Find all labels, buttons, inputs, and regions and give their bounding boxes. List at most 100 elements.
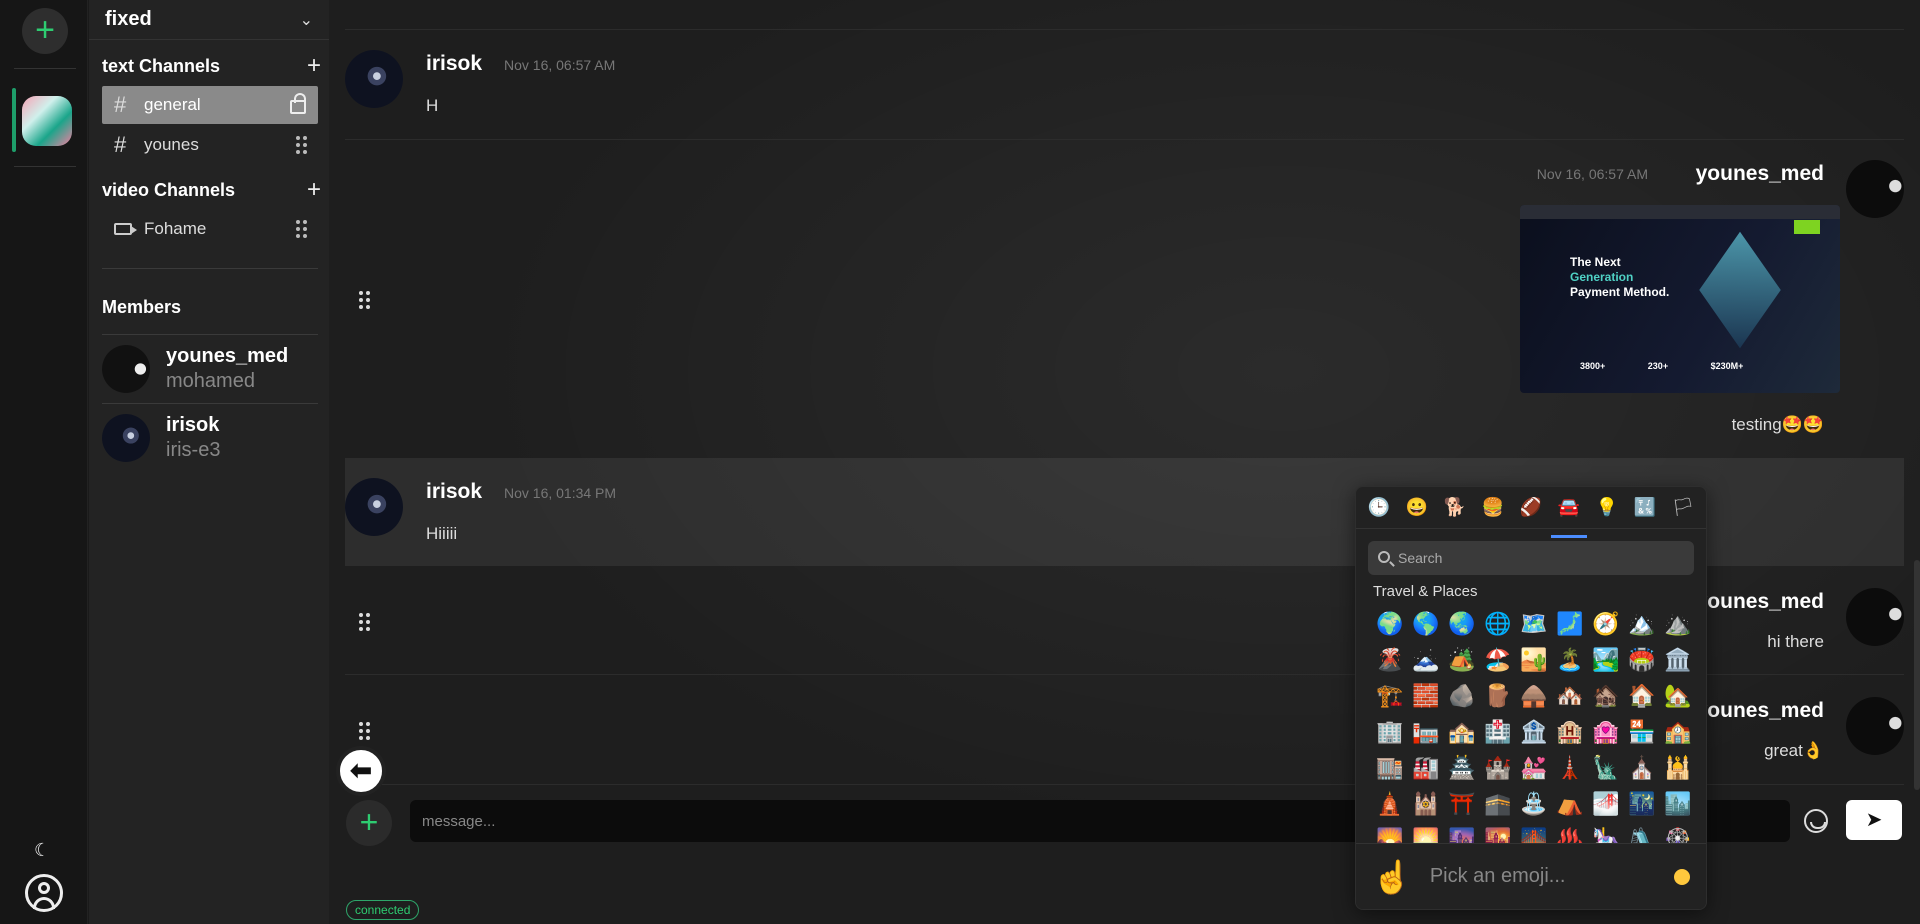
emoji-item[interactable]: 🧭 bbox=[1588, 606, 1624, 642]
message-author[interactable]: irisok bbox=[426, 480, 482, 504]
category-recent-icon[interactable]: 🕒 bbox=[1365, 497, 1393, 528]
emoji-item[interactable]: ⛲ bbox=[1516, 786, 1552, 822]
emoji-item[interactable]: 🌃 bbox=[1624, 786, 1660, 822]
category-activities-icon[interactable]: 🏈 bbox=[1517, 497, 1545, 528]
emoji-item[interactable]: 🏪 bbox=[1624, 714, 1660, 750]
emoji-item[interactable]: 🏚️ bbox=[1588, 678, 1624, 714]
emoji-item[interactable]: 🏤 bbox=[1444, 714, 1480, 750]
category-objects-icon[interactable]: 💡 bbox=[1593, 497, 1621, 528]
avatar[interactable] bbox=[1846, 697, 1904, 755]
server-header[interactable]: fixed ⌄ bbox=[89, 0, 329, 40]
emoji-item[interactable]: 🏨 bbox=[1552, 714, 1588, 750]
emoji-item[interactable]: 🗺️ bbox=[1516, 606, 1552, 642]
emoji-item[interactable]: ⛰️ bbox=[1660, 606, 1696, 642]
emoji-item[interactable]: 🪵 bbox=[1480, 678, 1516, 714]
emoji-item[interactable]: 🛖 bbox=[1516, 678, 1552, 714]
channel-item-fohame[interactable]: Fohame bbox=[102, 210, 318, 248]
emoji-item[interactable]: 🌐 bbox=[1480, 606, 1516, 642]
channel-item-general[interactable]: # general bbox=[102, 86, 318, 124]
emoji-item[interactable]: 🏗️ bbox=[1372, 678, 1408, 714]
emoji-search-input[interactable] bbox=[1368, 541, 1694, 575]
emoji-item[interactable]: 🏞️ bbox=[1588, 642, 1624, 678]
emoji-item[interactable]: 🏠 bbox=[1624, 678, 1660, 714]
emoji-item[interactable]: 🏕️ bbox=[1444, 642, 1480, 678]
message-image[interactable]: The Next Generation Payment Method. 3800… bbox=[1520, 205, 1840, 393]
emoji-item[interactable]: 🗼 bbox=[1552, 750, 1588, 786]
emoji-item[interactable]: 🌎 bbox=[1408, 606, 1444, 642]
emoji-item[interactable]: 🌋 bbox=[1372, 642, 1408, 678]
emoji-item[interactable]: 🏦 bbox=[1516, 714, 1552, 750]
emoji-item[interactable]: 🏛️ bbox=[1660, 642, 1696, 678]
emoji-item[interactable]: 🌁 bbox=[1588, 786, 1624, 822]
emoji-item[interactable]: 🌏 bbox=[1444, 606, 1480, 642]
avatar[interactable] bbox=[345, 478, 403, 536]
drag-handle-icon[interactable] bbox=[296, 220, 307, 238]
emoji-item[interactable]: 🏥 bbox=[1480, 714, 1516, 750]
emoji-item[interactable]: 🏘️ bbox=[1552, 678, 1588, 714]
emoji-item[interactable]: 🏭 bbox=[1408, 750, 1444, 786]
emoji-item[interactable]: 🏔️ bbox=[1624, 606, 1660, 642]
emoji-item[interactable]: 🏜️ bbox=[1516, 642, 1552, 678]
emoji-item[interactable]: 🏟️ bbox=[1624, 642, 1660, 678]
avatar[interactable] bbox=[345, 50, 403, 108]
moon-icon[interactable]: ☾ bbox=[34, 840, 50, 861]
emoji-item[interactable]: 🏢 bbox=[1372, 714, 1408, 750]
emoji-item[interactable]: 🌍 bbox=[1372, 606, 1408, 642]
scrollbar[interactable] bbox=[1914, 560, 1920, 790]
message-author[interactable]: younes_med bbox=[1696, 590, 1824, 614]
emoji-item[interactable]: 🏯 bbox=[1444, 750, 1480, 786]
emoji-item[interactable]: 🗻 bbox=[1408, 642, 1444, 678]
server-icon[interactable] bbox=[22, 96, 72, 146]
emoji-item[interactable]: ⛪ bbox=[1624, 750, 1660, 786]
message-author[interactable]: younes_med bbox=[1696, 699, 1824, 723]
drag-handle-icon[interactable] bbox=[296, 136, 307, 154]
message-author[interactable]: irisok bbox=[426, 52, 482, 76]
send-button[interactable]: ➤ bbox=[1846, 800, 1902, 840]
emoji-item[interactable]: 🧱 bbox=[1408, 678, 1444, 714]
emoji-item[interactable]: 🛕 bbox=[1372, 786, 1408, 822]
avatar[interactable] bbox=[1846, 160, 1904, 218]
add-text-channel-icon[interactable]: + bbox=[307, 52, 321, 80]
emoji-item[interactable]: 🕌 bbox=[1660, 750, 1696, 786]
add-video-channel-icon[interactable]: + bbox=[307, 176, 321, 204]
member-item[interactable]: irisok iris-e3 bbox=[89, 404, 329, 472]
emoji-item[interactable]: 🏩 bbox=[1588, 714, 1624, 750]
attach-button[interactable]: + bbox=[346, 800, 392, 846]
emoji-item[interactable]: 🏙️ bbox=[1660, 786, 1696, 822]
emoji-item[interactable]: ⛩️ bbox=[1444, 786, 1480, 822]
message-author[interactable]: younes_med bbox=[1696, 162, 1824, 186]
category-flags-icon[interactable]: 🏳 bbox=[1669, 497, 1697, 528]
emoji-item[interactable]: 🏬 bbox=[1372, 750, 1408, 786]
emoji-icon[interactable] bbox=[1804, 809, 1828, 833]
category-food-icon[interactable]: 🍔 bbox=[1479, 497, 1507, 528]
drag-handle-icon[interactable] bbox=[359, 613, 370, 631]
emoji-item[interactable]: 💒 bbox=[1516, 750, 1552, 786]
emoji-item[interactable]: 🗾 bbox=[1552, 606, 1588, 642]
emoji-item[interactable]: 🗽 bbox=[1588, 750, 1624, 786]
emoji-item[interactable]: 🕍 bbox=[1408, 786, 1444, 822]
emoji-item[interactable]: 🪨 bbox=[1444, 678, 1480, 714]
drag-handle-icon[interactable] bbox=[359, 291, 370, 309]
emoji-item[interactable]: ⛺ bbox=[1552, 786, 1588, 822]
skin-tone-button[interactable] bbox=[1674, 868, 1690, 885]
category-smileys-icon[interactable]: 😀 bbox=[1403, 497, 1431, 528]
emoji-item[interactable]: 🏣 bbox=[1408, 714, 1444, 750]
category-symbols-icon[interactable]: 🔣 bbox=[1631, 497, 1659, 528]
category-animals-icon[interactable]: 🐕 bbox=[1441, 497, 1469, 528]
emoji-item[interactable]: 🏝️ bbox=[1552, 642, 1588, 678]
text-channels-title: text Channels bbox=[102, 55, 221, 76]
add-server-button[interactable]: + bbox=[22, 8, 68, 54]
user-icon[interactable] bbox=[25, 874, 63, 912]
category-travel-icon[interactable]: 🚘 bbox=[1551, 497, 1587, 538]
emoji-item[interactable]: 🕋 bbox=[1480, 786, 1516, 822]
emoji-item[interactable]: 🏫 bbox=[1660, 714, 1696, 750]
emoji-item[interactable]: 🏡 bbox=[1660, 678, 1696, 714]
member-item[interactable]: younes_med mohamed bbox=[89, 335, 329, 403]
avatar[interactable] bbox=[1846, 588, 1904, 646]
emoji-item[interactable]: 🏖️ bbox=[1480, 642, 1516, 678]
back-arrow-icon[interactable]: ⬅ bbox=[336, 746, 386, 796]
channel-item-younes[interactable]: # younes bbox=[102, 126, 318, 164]
emoji-item[interactable]: 🏰 bbox=[1480, 750, 1516, 786]
chevron-down-icon[interactable]: ⌄ bbox=[300, 10, 313, 30]
drag-handle-icon[interactable] bbox=[359, 722, 370, 740]
